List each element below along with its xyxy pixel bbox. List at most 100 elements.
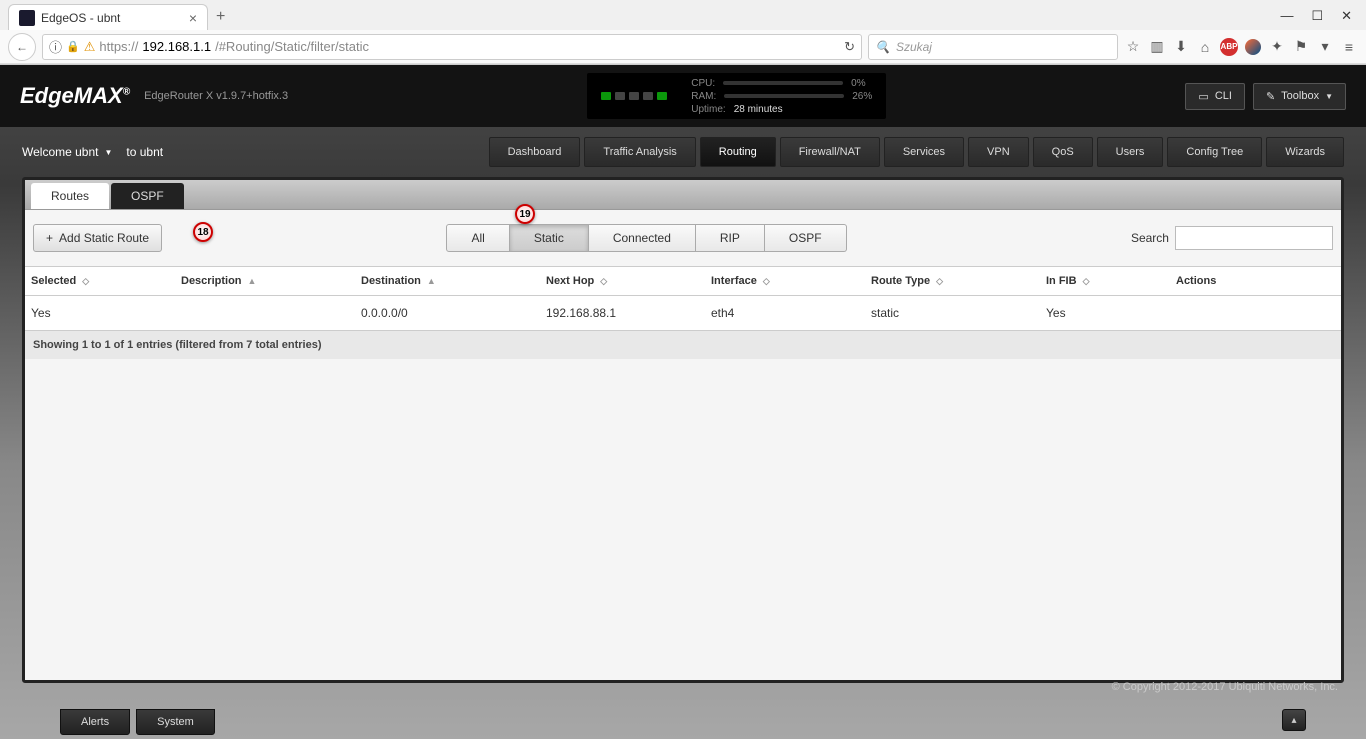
reload-icon[interactable]: ↻ bbox=[844, 39, 855, 55]
collapse-button[interactable]: ▴ bbox=[1282, 709, 1306, 731]
th-selected[interactable]: Selected◇ bbox=[25, 267, 175, 295]
app-root: EdgeMAX® EdgeRouter X v1.9.7+hotfix.3 CP… bbox=[0, 65, 1366, 739]
home-icon[interactable]: ⌂ bbox=[1196, 38, 1214, 56]
sort-icon: ◇ bbox=[600, 277, 607, 285]
stats-panel: CPU:0% RAM:26% Uptime:28 minutes bbox=[587, 73, 886, 119]
tab-traffic-analysis[interactable]: Traffic Analysis bbox=[584, 137, 695, 167]
tab-users[interactable]: Users bbox=[1097, 137, 1164, 167]
addon1-icon[interactable]: ✦ bbox=[1268, 38, 1286, 56]
browser-search[interactable]: 🔍 Szukaj bbox=[868, 34, 1118, 60]
cpu-label: CPU: bbox=[691, 78, 715, 89]
info-icon[interactable]: ⓘ bbox=[49, 37, 62, 56]
browser-tab[interactable]: EdgeOS - ubnt × bbox=[8, 4, 208, 30]
toolbox-button[interactable]: ✎Toolbox▼ bbox=[1253, 83, 1346, 110]
th-description[interactable]: Description▲ bbox=[175, 267, 355, 295]
main-tabs: Dashboard Traffic Analysis Routing Firew… bbox=[489, 137, 1344, 167]
filter-static[interactable]: Static bbox=[510, 224, 589, 252]
tab-vpn[interactable]: VPN bbox=[968, 137, 1029, 167]
sort-icon: ◇ bbox=[763, 277, 770, 285]
callout-18: 18 bbox=[193, 222, 213, 242]
th-in-fib[interactable]: In FIB◇ bbox=[1040, 267, 1170, 295]
filter-rip[interactable]: RIP bbox=[696, 224, 765, 252]
tab-qos[interactable]: QoS bbox=[1033, 137, 1093, 167]
ram-label: RAM: bbox=[691, 91, 716, 102]
url-path: /#Routing/Static/filter/static bbox=[215, 39, 369, 54]
add-static-route-button[interactable]: +Add Static Route bbox=[33, 224, 162, 252]
cli-button[interactable]: ▭CLI bbox=[1185, 83, 1245, 110]
inner-tab-ospf[interactable]: OSPF bbox=[111, 183, 184, 209]
url-host: 192.168.1.1 bbox=[142, 39, 211, 54]
maximize-icon[interactable]: ☐ bbox=[1311, 8, 1323, 24]
sort-icon: ▲ bbox=[248, 277, 257, 285]
plus-icon: + bbox=[46, 231, 53, 245]
cell-next-hop: 192.168.88.1 bbox=[546, 306, 711, 320]
th-actions: Actions bbox=[1170, 267, 1341, 295]
port-led-1 bbox=[615, 92, 625, 100]
routes-toolbar: +Add Static Route 18 All Static Connecte… bbox=[25, 210, 1341, 266]
port-led-0 bbox=[601, 92, 611, 100]
th-route-type[interactable]: Route Type◇ bbox=[865, 267, 1040, 295]
cpu-value: 0% bbox=[851, 78, 865, 89]
cell-in-fib: Yes bbox=[1046, 306, 1176, 320]
download-icon[interactable]: ⬇ bbox=[1172, 38, 1190, 56]
inner-tabbar: Routes OSPF bbox=[25, 180, 1341, 210]
tab-favicon-icon bbox=[19, 10, 35, 26]
tab-dashboard[interactable]: Dashboard bbox=[489, 137, 581, 167]
back-button[interactable]: ← bbox=[8, 33, 36, 61]
ram-value: 26% bbox=[852, 91, 872, 102]
sub-bar: Welcome ubnt▼ to ubnt Dashboard Traffic … bbox=[0, 127, 1366, 177]
bottom-tab-alerts[interactable]: Alerts bbox=[60, 709, 130, 735]
menu-icon[interactable]: ≡ bbox=[1340, 38, 1358, 56]
filter-ospf[interactable]: OSPF bbox=[765, 224, 847, 252]
welcome-menu[interactable]: Welcome ubnt▼ bbox=[22, 145, 112, 159]
port-leds bbox=[601, 92, 667, 100]
th-next-hop[interactable]: Next Hop◇ bbox=[540, 267, 705, 295]
tab-wizards[interactable]: Wizards bbox=[1266, 137, 1344, 167]
to-label: to ubnt bbox=[126, 145, 163, 159]
inner-tab-routes[interactable]: Routes bbox=[31, 183, 109, 209]
th-destination[interactable]: Destination▲ bbox=[355, 267, 540, 295]
chevron-down-icon: ▼ bbox=[104, 148, 112, 157]
table-head: Selected◇ Description▲ Destination▲ Next… bbox=[25, 266, 1341, 296]
sort-icon: ▲ bbox=[427, 277, 436, 285]
library-icon[interactable]: ▥ bbox=[1148, 38, 1166, 56]
tab-close-icon[interactable]: × bbox=[189, 10, 197, 26]
new-tab-button[interactable]: + bbox=[208, 4, 233, 30]
addon2-icon[interactable]: ⚑ bbox=[1292, 38, 1310, 56]
tab-services[interactable]: Services bbox=[884, 137, 964, 167]
extension-icon[interactable] bbox=[1244, 38, 1262, 56]
port-led-3 bbox=[643, 92, 653, 100]
search-input[interactable] bbox=[1175, 226, 1333, 250]
th-interface[interactable]: Interface◇ bbox=[705, 267, 865, 295]
tab-config-tree[interactable]: Config Tree bbox=[1167, 137, 1262, 167]
tab-routing[interactable]: Routing bbox=[700, 137, 776, 167]
bookmark-icon[interactable]: ☆ bbox=[1124, 38, 1142, 56]
content-panel: Routes OSPF +Add Static Route 18 All Sta… bbox=[22, 177, 1344, 683]
filter-all[interactable]: All bbox=[446, 224, 509, 252]
sort-icon: ◇ bbox=[1083, 277, 1090, 285]
chevron-down-icon: ▼ bbox=[1325, 92, 1333, 101]
table-row: Yes 0.0.0.0/0 192.168.88.1 eth4 static Y… bbox=[25, 296, 1341, 330]
search-icon: 🔍 bbox=[875, 40, 890, 54]
browser-chrome: EdgeOS - ubnt × + — ☐ ✕ ← ⓘ 🔒 ⚠ https://… bbox=[0, 0, 1366, 65]
routes-table: Selected◇ Description▲ Destination▲ Next… bbox=[25, 266, 1341, 359]
filter-connected[interactable]: Connected bbox=[589, 224, 696, 252]
close-icon[interactable]: ✕ bbox=[1341, 8, 1352, 24]
window-controls: — ☐ ✕ bbox=[1266, 8, 1366, 30]
tab-firewall-nat[interactable]: Firewall/NAT bbox=[780, 137, 880, 167]
minimize-icon[interactable]: — bbox=[1280, 8, 1293, 24]
terminal-icon: ▭ bbox=[1198, 90, 1208, 103]
url-proto: https:// bbox=[99, 39, 138, 54]
uptime-label: Uptime: bbox=[691, 104, 725, 115]
address-bar[interactable]: ⓘ 🔒 ⚠ https://192.168.1.1/#Routing/Stati… bbox=[42, 34, 862, 60]
cell-destination: 0.0.0.0/0 bbox=[361, 306, 546, 320]
table-search: Search bbox=[1131, 226, 1333, 250]
adblock-icon[interactable]: ABP bbox=[1220, 38, 1238, 56]
bottom-tab-system[interactable]: System bbox=[136, 709, 215, 735]
search-placeholder: Szukaj bbox=[896, 40, 932, 54]
footer-copyright: © Copyright 2012-2017 Ubiquiti Networks,… bbox=[22, 677, 1344, 697]
port-led-2 bbox=[629, 92, 639, 100]
overflow-icon[interactable]: ▾ bbox=[1316, 38, 1334, 56]
cell-selected: Yes bbox=[31, 306, 181, 320]
callout-19: 19 bbox=[515, 204, 535, 224]
